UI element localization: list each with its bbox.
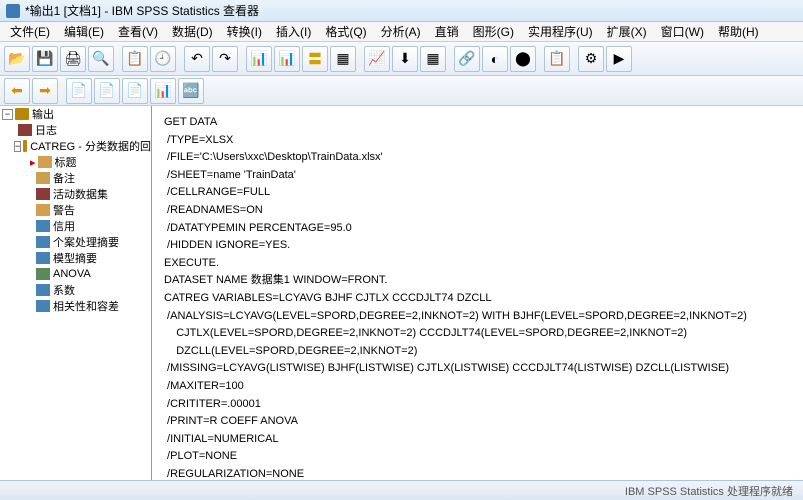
menu-analyze[interactable]: 分析(A) — [375, 21, 427, 42]
output-icon — [15, 108, 29, 120]
tree-item[interactable]: 标题 — [55, 154, 77, 170]
designate-button[interactable]: 📋 — [544, 46, 570, 72]
log-icon — [18, 124, 32, 136]
collapse-icon[interactable]: − — [14, 141, 21, 152]
menu-file[interactable]: 文件(E) — [4, 21, 56, 42]
print-button[interactable]: 🖨 — [60, 46, 86, 72]
tree-item[interactable]: 个案处理摘要 — [53, 234, 119, 250]
outline-tree[interactable]: −输出 日志 −CATREG - 分类数据的回 ▸标题 备注 活动数据集 警告 … — [0, 106, 152, 480]
insert-button[interactable]: ▦ — [330, 46, 356, 72]
tree-item[interactable]: 模型摘要 — [53, 250, 97, 266]
menu-data[interactable]: 数据(D) — [166, 21, 219, 42]
script-button[interactable]: ⚙ — [578, 46, 604, 72]
menu-graphs[interactable]: 图形(G) — [467, 21, 520, 42]
status-text: IBM SPSS Statistics 处理程序就绪 — [625, 483, 793, 499]
main-area: −输出 日志 −CATREG - 分类数据的回 ▸标题 备注 活动数据集 警告 … — [0, 106, 803, 480]
redo-button[interactable]: ↷ — [212, 46, 238, 72]
weight-button[interactable]: ▦ — [420, 46, 446, 72]
menu-insert[interactable]: 插入(I) — [270, 21, 317, 42]
toolbar-main: 📂 💾 🖨 🔍 📋 🕘 ↶ ↷ 📊 📊 〓 ▦ 📈 ⬇ ▦ 🔗 ◐ ⬤ 📋 ⚙ … — [0, 42, 803, 76]
tree-item[interactable]: 相关性和容差 — [53, 298, 119, 314]
table-icon — [36, 252, 50, 264]
tree-item[interactable]: 警告 — [53, 202, 75, 218]
window-title: *输出1 [文档1] - IBM SPSS Statistics 查看器 — [25, 2, 259, 19]
tree-proc[interactable]: CATREG - 分类数据的回 — [30, 138, 151, 154]
dataset-icon — [36, 188, 50, 200]
nav1-button[interactable]: 📄 — [66, 78, 92, 104]
open-button[interactable]: 📂 — [4, 46, 30, 72]
undo-button[interactable]: ↶ — [184, 46, 210, 72]
menu-help[interactable]: 帮助(H) — [712, 21, 765, 42]
menu-bar: 文件(E) 编辑(E) 查看(V) 数据(D) 转换(I) 插入(I) 格式(Q… — [0, 22, 803, 42]
tree-item[interactable]: 备注 — [53, 170, 75, 186]
preview-button[interactable]: 🔍 — [88, 46, 114, 72]
active-marker-icon: ▸ — [30, 156, 36, 169]
menu-window[interactable]: 窗口(W) — [655, 21, 710, 42]
export-button[interactable]: 📋 — [122, 46, 148, 72]
syntax-block: GET DATA /TYPE=XLSX /FILE='C:\Users\xxc\… — [164, 114, 791, 480]
promote-button[interactable]: ◐ — [482, 46, 508, 72]
table-icon — [36, 268, 50, 280]
tree-item[interactable]: ANOVA — [53, 268, 91, 280]
run-button[interactable]: ▶ — [606, 46, 632, 72]
nav5-button[interactable]: 🔤 — [178, 78, 204, 104]
tree-item[interactable]: 活动数据集 — [53, 186, 108, 202]
menu-directmkt[interactable]: 直销 — [429, 21, 465, 42]
save-button[interactable]: 💾 — [32, 46, 58, 72]
nav2-button[interactable]: 📄 — [94, 78, 120, 104]
collapse-icon[interactable]: − — [2, 109, 13, 120]
note-icon — [36, 172, 50, 184]
tree-root[interactable]: 输出 — [32, 106, 54, 122]
chart-button[interactable]: 📈 — [364, 46, 390, 72]
output-content[interactable]: GET DATA /TYPE=XLSX /FILE='C:\Users\xxc\… — [152, 106, 803, 480]
warn-icon — [36, 204, 50, 216]
menu-transform[interactable]: 转换(I) — [221, 21, 268, 42]
title-icon — [38, 156, 52, 168]
forward-button[interactable]: ➡ — [32, 78, 58, 104]
menu-view[interactable]: 查看(V) — [112, 21, 164, 42]
goto-button[interactable]: 📊 — [246, 46, 272, 72]
toolbar-nav: ⬅ ➡ 📄 📄 📄 📊 🔤 — [0, 76, 803, 106]
back-button[interactable]: ⬅ — [4, 78, 30, 104]
status-bar: IBM SPSS Statistics 处理程序就绪 — [0, 480, 803, 500]
title-bar: *输出1 [文档1] - IBM SPSS Statistics 查看器 — [0, 0, 803, 22]
menu-edit[interactable]: 编辑(E) — [58, 21, 110, 42]
recall-button[interactable]: 🕘 — [150, 46, 176, 72]
table-icon — [36, 236, 50, 248]
menu-utilities[interactable]: 实用程序(U) — [522, 21, 599, 42]
menu-extensions[interactable]: 扩展(X) — [601, 21, 653, 42]
table-icon — [36, 284, 50, 296]
demote-button[interactable]: ⬤ — [510, 46, 536, 72]
proc-icon — [23, 140, 27, 152]
vars-button[interactable]: 〓 — [302, 46, 328, 72]
goto2-button[interactable]: 📊 — [274, 46, 300, 72]
tree-item[interactable]: 系数 — [53, 282, 75, 298]
nav4-button[interactable]: 📊 — [150, 78, 176, 104]
table-icon — [36, 300, 50, 312]
nav3-button[interactable]: 📄 — [122, 78, 148, 104]
tree-item[interactable]: 信用 — [53, 218, 75, 234]
tree-log[interactable]: 日志 — [35, 122, 57, 138]
app-icon — [6, 4, 20, 18]
text-button[interactable]: 🔗 — [454, 46, 480, 72]
menu-format[interactable]: 格式(Q) — [319, 21, 372, 42]
table-icon — [36, 220, 50, 232]
select-button[interactable]: ⬇ — [392, 46, 418, 72]
